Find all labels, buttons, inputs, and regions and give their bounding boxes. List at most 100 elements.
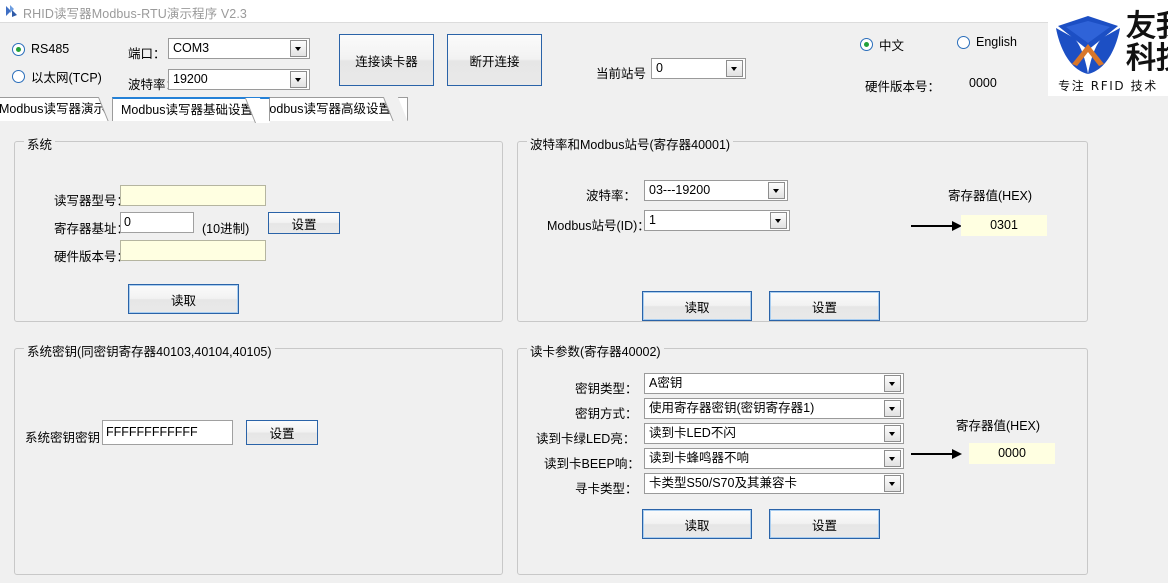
radio-rs485-indicator: [12, 43, 25, 56]
radio-chinese-indicator: [860, 38, 873, 51]
group-baudrate-station-title: 波特率和Modbus站号(寄存器40001): [527, 134, 733, 153]
base-address-label: 寄存器基址：: [54, 218, 129, 237]
led-mode-label: 读到卡绿LED亮：: [536, 428, 635, 447]
group-system-key: 系统密钥(同密钥寄存器40103,40104,40105) 系统密钥密钥 FFF…: [14, 348, 503, 575]
radio-rs485[interactable]: RS485: [12, 42, 69, 56]
window-title: RHID读写器Modbus-RTU演示程序 V2.3: [23, 3, 247, 22]
card-group-set-button[interactable]: 设置: [769, 509, 880, 539]
title-bar: RHID读写器Modbus-RTU演示程序 V2.3 ✕: [0, 0, 1168, 23]
baudrate-combo[interactable]: 19200: [168, 69, 310, 90]
reader-model-label: 读写器型号：: [54, 190, 129, 209]
radio-lang-chinese[interactable]: 中文: [860, 35, 904, 54]
chevron-down-icon[interactable]: [290, 71, 307, 88]
beep-mode-combo[interactable]: 读到卡蜂鸣器不响: [644, 448, 904, 469]
baud-group-baud-combo[interactable]: 03---19200: [644, 180, 788, 201]
baud-group-station-combo[interactable]: 1: [644, 210, 790, 231]
chevron-down-icon[interactable]: [770, 212, 787, 229]
radio-rs485-label: RS485: [31, 42, 69, 56]
disconnect-button[interactable]: 断开连接: [447, 34, 542, 86]
chevron-down-icon[interactable]: [290, 40, 307, 57]
system-hw-version-label: 硬件版本号：: [54, 246, 129, 265]
base-address-hint: (10进制): [202, 218, 249, 237]
company-logo: 友我 科技 专注 RFID 技术: [1048, 0, 1168, 96]
baudrate-combo-value: 19200: [169, 70, 290, 89]
system-hw-version-field[interactable]: [120, 240, 266, 261]
group-card-params: 读卡参数(寄存器40002) 密钥类型： A密钥 密钥方式： 使用寄存器密钥(密…: [517, 348, 1088, 575]
led-mode-value: 读到卡LED不闪: [645, 424, 884, 443]
hardware-version-value: 0000: [969, 76, 997, 90]
tab-basic-settings[interactable]: Modbus读写器基础设置: [112, 97, 270, 121]
port-combo-value: COM3: [169, 39, 290, 58]
baud-group-regvalue-label: 寄存器值(HEX): [948, 185, 1032, 204]
card-group-regvalue-label: 寄存器值(HEX): [956, 415, 1040, 434]
baud-group-baud-label: 波特率：: [586, 185, 636, 204]
key-type-value: A密钥: [645, 374, 884, 393]
arrow-right-icon: [911, 221, 964, 231]
connection-header: RS485 以太网(TCP) 端口： COM3 波特率： 19200 连接读卡器…: [0, 22, 1168, 96]
baud-group-baud-value: 03---19200: [645, 181, 768, 200]
key-mode-label: 密钥方式：: [575, 403, 638, 422]
reader-model-field[interactable]: [120, 185, 266, 206]
key-mode-value: 使用寄存器密钥(密钥寄存器1): [645, 399, 884, 418]
svg-text:友我: 友我: [1126, 9, 1168, 44]
chevron-down-icon[interactable]: [726, 60, 743, 77]
beep-mode-value: 读到卡蜂鸣器不响: [645, 449, 884, 468]
system-read-button[interactable]: 读取: [128, 284, 239, 314]
card-search-type-value: 卡类型S50/S70及其兼容卡: [645, 474, 884, 493]
app-icon: [5, 4, 19, 18]
logo-graphic: 友我 科技 专注 RFID 技术: [1048, 0, 1168, 96]
tab-strip: Modbus读写器演示 Modbus读写器基础设置 Modbus读写器高级设置: [0, 95, 1168, 121]
led-mode-combo[interactable]: 读到卡LED不闪: [644, 423, 904, 444]
port-combo[interactable]: COM3: [168, 38, 310, 59]
key-type-label: 密钥类型：: [575, 378, 638, 397]
baud-group-set-button[interactable]: 设置: [769, 291, 880, 321]
key-type-combo[interactable]: A密钥: [644, 373, 904, 394]
radio-ethernet-indicator: [12, 70, 25, 83]
arrow-right-icon: [911, 449, 964, 459]
chevron-down-icon[interactable]: [884, 375, 901, 392]
tab-advanced-settings[interactable]: Modbus读写器高级设置: [250, 97, 408, 121]
radio-lang-english[interactable]: English: [957, 35, 1017, 49]
beep-mode-label: 读到卡BEEP响：: [544, 453, 640, 472]
group-system-title: 系统: [24, 134, 55, 153]
baud-group-regvalue: 0301: [961, 215, 1047, 236]
radio-chinese-label: 中文: [879, 35, 904, 54]
system-key-field[interactable]: FFFFFFFFFFFF: [102, 420, 233, 445]
chevron-down-icon[interactable]: [884, 425, 901, 442]
station-combo-value: 0: [652, 59, 726, 78]
system-key-label: 系统密钥密钥: [25, 427, 100, 446]
chevron-down-icon[interactable]: [884, 400, 901, 417]
tab-demo[interactable]: Modbus读写器演示: [0, 97, 123, 121]
radio-ethernet[interactable]: 以太网(TCP): [12, 67, 102, 86]
key-mode-combo[interactable]: 使用寄存器密钥(密钥寄存器1): [644, 398, 904, 419]
group-card-params-title: 读卡参数(寄存器40002): [527, 341, 664, 360]
tab-content-basic-settings: 系统 读写器型号： 寄存器基址： 0 (10进制) 设置 硬件版本号： 读取 系…: [0, 121, 1168, 583]
chevron-down-icon[interactable]: [884, 475, 901, 492]
tab-demo-label: Modbus读写器演示: [0, 102, 106, 116]
chevron-down-icon[interactable]: [768, 182, 785, 199]
card-group-regvalue: 0000: [969, 443, 1055, 464]
svg-text:科技: 科技: [1126, 41, 1168, 76]
base-address-set-button[interactable]: 设置: [268, 212, 340, 234]
card-group-read-button[interactable]: 读取: [642, 509, 752, 539]
port-label: 端口：: [128, 43, 166, 62]
chevron-down-icon[interactable]: [884, 450, 901, 467]
connect-reader-button[interactable]: 连接读卡器: [339, 34, 434, 86]
card-search-type-label: 寻卡类型：: [575, 478, 638, 497]
group-system: 系统 读写器型号： 寄存器基址： 0 (10进制) 设置 硬件版本号： 读取: [14, 141, 503, 322]
hardware-version-label: 硬件版本号：: [865, 76, 940, 95]
system-key-set-button[interactable]: 设置: [246, 420, 318, 445]
group-system-key-title: 系统密钥(同密钥寄存器40103,40104,40105): [24, 341, 275, 360]
radio-ethernet-label: 以太网(TCP): [31, 67, 102, 86]
baud-group-station-value: 1: [645, 211, 770, 230]
card-search-type-combo[interactable]: 卡类型S50/S70及其兼容卡: [644, 473, 904, 494]
tab-basic-settings-label: Modbus读写器基础设置: [121, 103, 253, 117]
station-combo[interactable]: 0: [651, 58, 746, 79]
baud-group-station-label: Modbus站号(ID)：: [547, 215, 650, 234]
base-address-field[interactable]: 0: [120, 212, 194, 233]
radio-english-indicator: [957, 36, 970, 49]
radio-english-label: English: [976, 35, 1017, 49]
baud-group-read-button[interactable]: 读取: [642, 291, 752, 321]
station-label: 当前站号: [596, 63, 646, 82]
application-window: RHID读写器Modbus-RTU演示程序 V2.3 ✕ RS485 以太网(T…: [0, 0, 1168, 583]
